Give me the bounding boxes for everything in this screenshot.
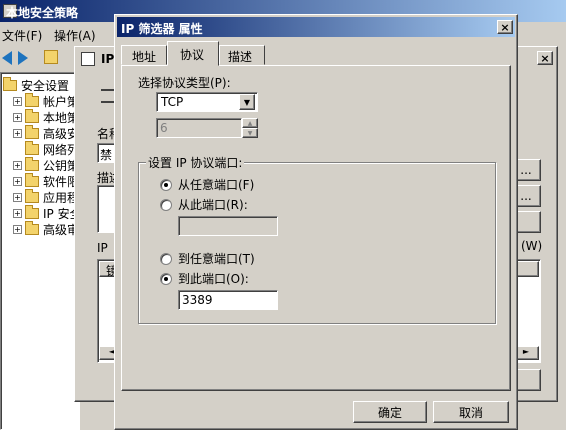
- mid-close-button[interactable]: ×: [537, 51, 553, 65]
- folder-icon: [25, 140, 39, 155]
- dst-this-radio-dot[interactable]: [160, 272, 172, 285]
- src-this-radio-dot[interactable]: [160, 198, 172, 211]
- dst-any-port-radio[interactable]: 到任意端口(T): [160, 250, 255, 267]
- bg-window-title: 本地安全策略: [6, 6, 79, 20]
- tree-expand-icon[interactable]: +: [13, 160, 22, 170]
- mid-window-icon: [81, 52, 95, 66]
- folder-icon: [25, 124, 39, 139]
- mid-right-w: (W): [521, 239, 543, 253]
- folder-icon: [25, 172, 39, 187]
- spinner-down-icon[interactable]: ▼: [242, 128, 258, 138]
- tree-item-label: 安全设置: [21, 78, 70, 93]
- ok-button[interactable]: 确定: [353, 401, 427, 423]
- chevron-down-icon[interactable]: ▼: [239, 94, 255, 110]
- src-any-radio-dot[interactable]: [160, 178, 172, 191]
- folder-icon: [25, 220, 39, 235]
- folder-icon: [25, 204, 39, 219]
- tree-expand-icon[interactable]: +: [13, 112, 22, 122]
- dialog-close-button[interactable]: ×: [497, 20, 513, 34]
- protocol-type-value: TCP: [161, 95, 184, 109]
- tab-address[interactable]: 地址: [121, 45, 167, 65]
- cancel-button[interactable]: 取消: [433, 401, 509, 423]
- back-arrow-icon[interactable]: [2, 51, 12, 65]
- folder-icon: [25, 188, 39, 203]
- folder-icon: [25, 92, 39, 107]
- up-folder-icon[interactable]: [44, 50, 58, 64]
- dst-any-port-label: 到任意端口(T): [178, 252, 255, 266]
- tab-description-label: 描述: [228, 50, 253, 64]
- dst-port-value: 3389: [182, 293, 213, 307]
- tab-page: 选择协议类型(P): TCP ▼ 6 ▲ ▼ 设置 IP 协议端口: 从任意端口…: [121, 65, 511, 391]
- mid-ip-label: IP: [97, 241, 108, 255]
- protocol-type-label: 选择协议类型(P):: [138, 76, 231, 90]
- src-any-port-radio[interactable]: 从任意端口(F): [160, 176, 254, 193]
- ip-filter-properties-dialog: IP 筛选器 属性 × 地址 协议 描述 选择协议类型(P): TCP ▼ 6 …: [114, 14, 518, 430]
- tree-expand-icon[interactable]: +: [13, 128, 22, 138]
- tree-expand-icon[interactable]: +: [13, 176, 22, 186]
- tab-protocol[interactable]: 协议: [167, 41, 219, 66]
- tree-expand-icon[interactable]: +: [13, 96, 22, 106]
- mid-window-title: IP: [101, 52, 115, 66]
- forward-arrow-icon[interactable]: [18, 51, 28, 65]
- dialog-title: IP 筛选器 属性: [121, 22, 203, 36]
- tab-address-label: 地址: [132, 50, 157, 64]
- tree-pane: 安全设置 + 帐户策略 + 本地策略 + 高级安全 网络列表 + 公钥策略 + 软件限制 + 应用程序 + I…: [0, 72, 91, 430]
- dst-this-port-label: 到此端口(O):: [178, 272, 249, 286]
- protocol-type-select[interactable]: TCP ▼: [156, 92, 258, 112]
- port-group-label: 设置 IP 协议端口:: [146, 154, 245, 171]
- src-this-port-radio[interactable]: 从此端口(R):: [160, 196, 248, 213]
- src-this-port-label: 从此端口(R):: [178, 198, 248, 212]
- menu-action[interactable]: 操作(A): [54, 27, 96, 44]
- protocol-number-spinner[interactable]: ▲ ▼: [242, 118, 258, 138]
- tree-expand-icon[interactable]: +: [13, 224, 22, 234]
- dst-this-port-radio[interactable]: 到此端口(O):: [160, 270, 249, 287]
- folder-icon: [3, 76, 17, 91]
- dialog-titlebar[interactable]: IP 筛选器 属性: [117, 17, 515, 37]
- protocol-number-field: 6: [156, 118, 242, 138]
- folder-icon: [25, 108, 39, 123]
- tree-item[interactable]: + IP 安全: [13, 204, 82, 221]
- dst-port-field[interactable]: 3389: [178, 290, 278, 310]
- spinner-up-icon[interactable]: ▲: [242, 118, 258, 128]
- dst-any-radio-dot[interactable]: [160, 252, 172, 265]
- tree-item[interactable]: 安全设置: [3, 76, 70, 93]
- tab-description[interactable]: 描述: [219, 45, 265, 65]
- protocol-number-value: 6: [160, 121, 168, 135]
- mid-name-value: 禁: [100, 148, 113, 162]
- src-port-field: [178, 216, 278, 236]
- src-any-port-label: 从任意端口(F): [178, 178, 255, 192]
- tree-expand-icon[interactable]: +: [13, 208, 22, 218]
- menu-file[interactable]: 文件(F): [2, 27, 42, 44]
- tree-expand-icon[interactable]: +: [13, 192, 22, 202]
- folder-icon: [25, 156, 39, 171]
- tab-protocol-label: 协议: [180, 48, 205, 62]
